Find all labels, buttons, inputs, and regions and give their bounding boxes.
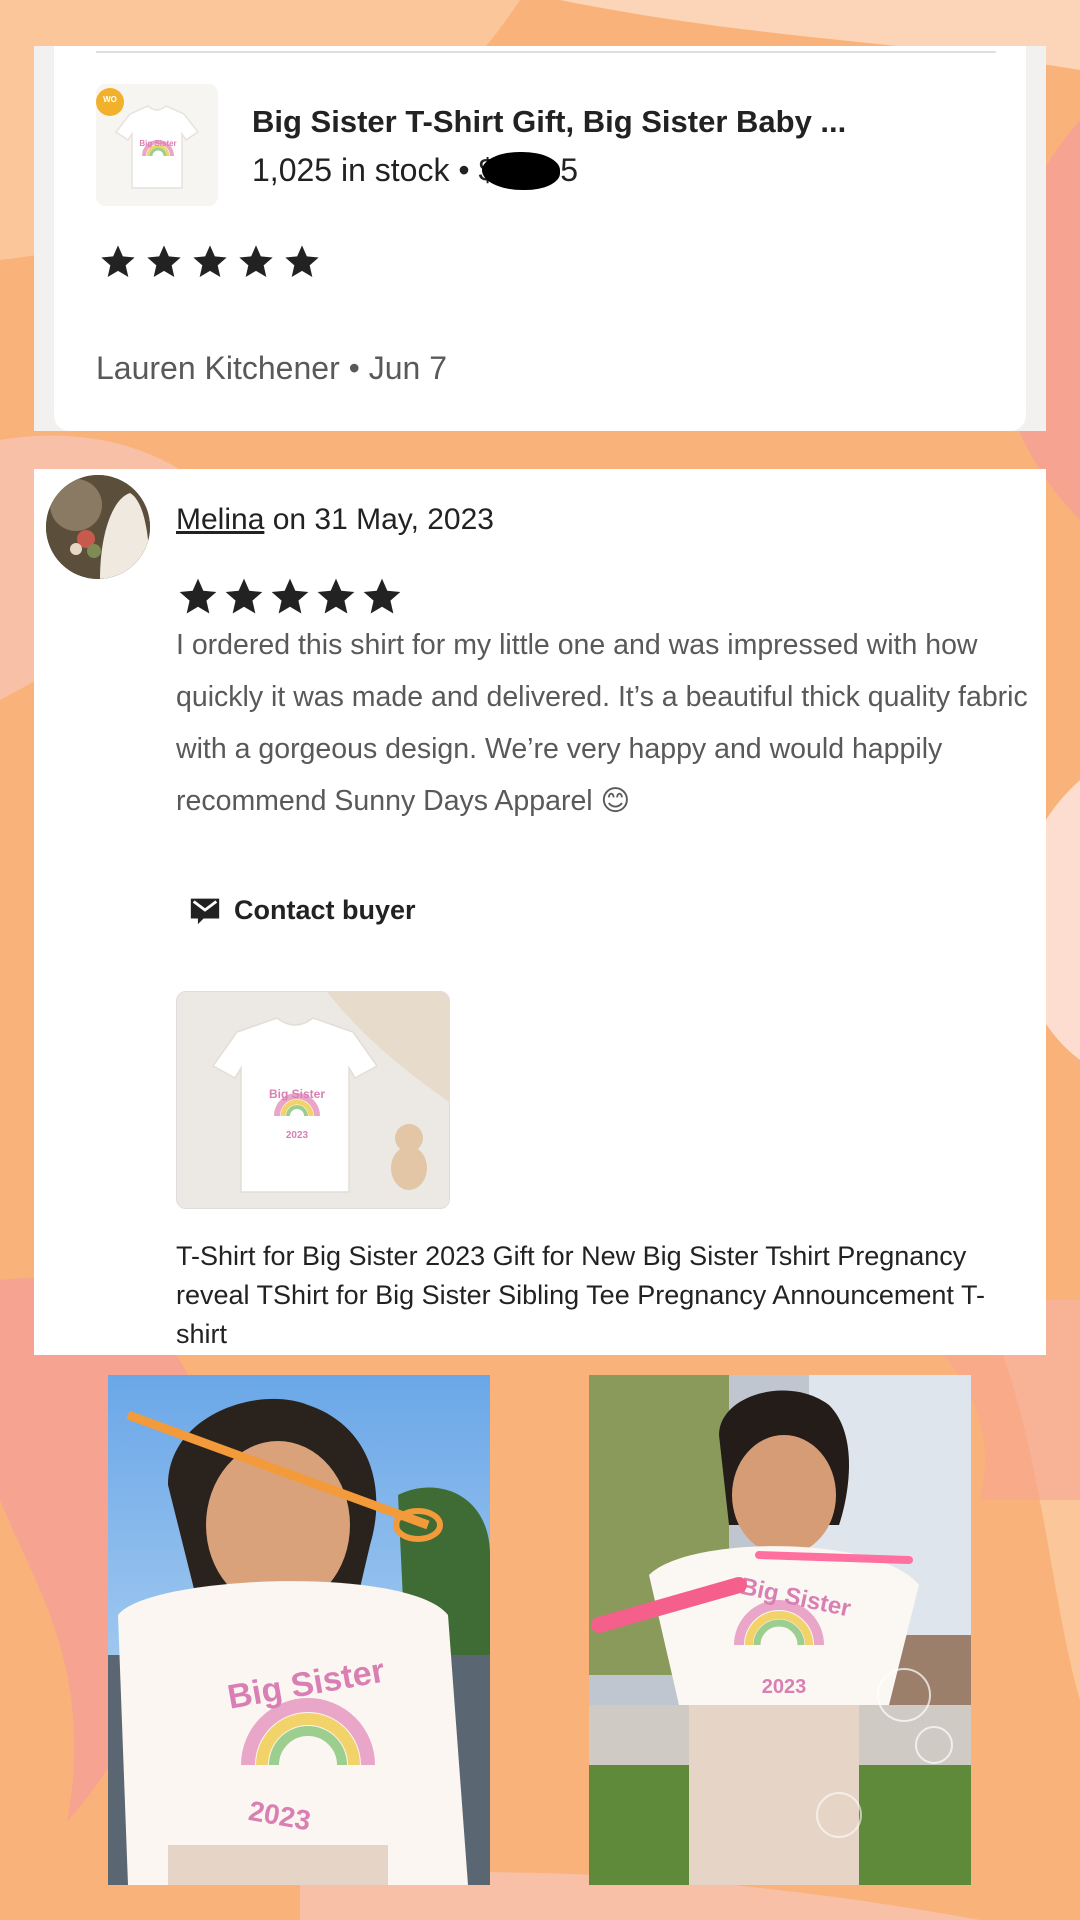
product-stock-price: 1,025 in stock • $ 5: [252, 151, 579, 192]
shirt-print-year: 2023: [762, 1676, 807, 1698]
girl-with-bubble-wand-photo: Big Sister 2023: [589, 1375, 971, 1885]
listing-title[interactable]: T-Shirt for Big Sister 2023 Gift for New…: [176, 1237, 1016, 1354]
tshirt-thumbnail-image: WO Big Sister: [96, 84, 218, 206]
reviewer-and-date: Lauren Kitchener • Jun 7: [96, 350, 447, 386]
review-text: I ordered this shirt for my little one a…: [176, 629, 1028, 817]
svg-text:Big Sister: Big Sister: [139, 139, 176, 148]
order-card: WO Big Sister Big Sister T-Shirt Gift, B…: [34, 46, 1046, 431]
star-icon: [225, 578, 263, 614]
redacted-price-mark: [482, 151, 561, 190]
shirt-print-year: 2023: [286, 1130, 309, 1141]
star-icon: [317, 578, 355, 614]
star-icon: [179, 578, 217, 614]
star-icon: [239, 245, 273, 277]
girl-blowing-bubbles-photo: Big Sister 2023: [108, 1375, 490, 1885]
svg-text:WO: WO: [103, 95, 117, 104]
review-star-rating: [176, 575, 404, 619]
stock-text: 1,025 in stock • $: [252, 152, 497, 188]
order-card-body: WO Big Sister Big Sister T-Shirt Gift, B…: [54, 46, 1026, 431]
star-icon: [147, 245, 181, 277]
message-icon: [190, 898, 220, 925]
tshirt-listing-image: Big Sister 2023: [177, 992, 449, 1208]
contact-buyer-button[interactable]: Contact buyer: [188, 893, 416, 927]
listing-thumbnail[interactable]: Big Sister 2023: [176, 991, 450, 1209]
review-card: Melina on 31 May, 2023 I ordered this sh…: [34, 469, 1046, 1355]
avatar[interactable]: [46, 475, 150, 579]
shirt-print-title: Big Sister: [269, 1087, 325, 1101]
review-header: Melina on 31 May, 2023: [176, 503, 494, 537]
product-thumbnail[interactable]: WO Big Sister: [96, 84, 218, 206]
star-icon: [285, 245, 319, 277]
reviewer-name-link[interactable]: Melina: [176, 503, 264, 536]
price-tail: 5: [560, 152, 579, 188]
star-icon: [101, 245, 135, 277]
avatar-image: [46, 475, 150, 579]
star-icon: [193, 245, 227, 277]
divider: [96, 51, 996, 53]
star-icon: [363, 578, 401, 614]
contact-buyer-label: Contact buyer: [234, 894, 416, 925]
star-icon: [271, 578, 309, 614]
star-rating: [98, 242, 322, 282]
product-title[interactable]: Big Sister T-Shirt Gift, Big Sister Baby…: [252, 104, 846, 140]
review-photo-1[interactable]: Big Sister 2023: [108, 1375, 490, 1885]
review-date: on 31 May, 2023: [264, 503, 494, 536]
review-photo-2[interactable]: Big Sister 2023: [589, 1375, 971, 1885]
